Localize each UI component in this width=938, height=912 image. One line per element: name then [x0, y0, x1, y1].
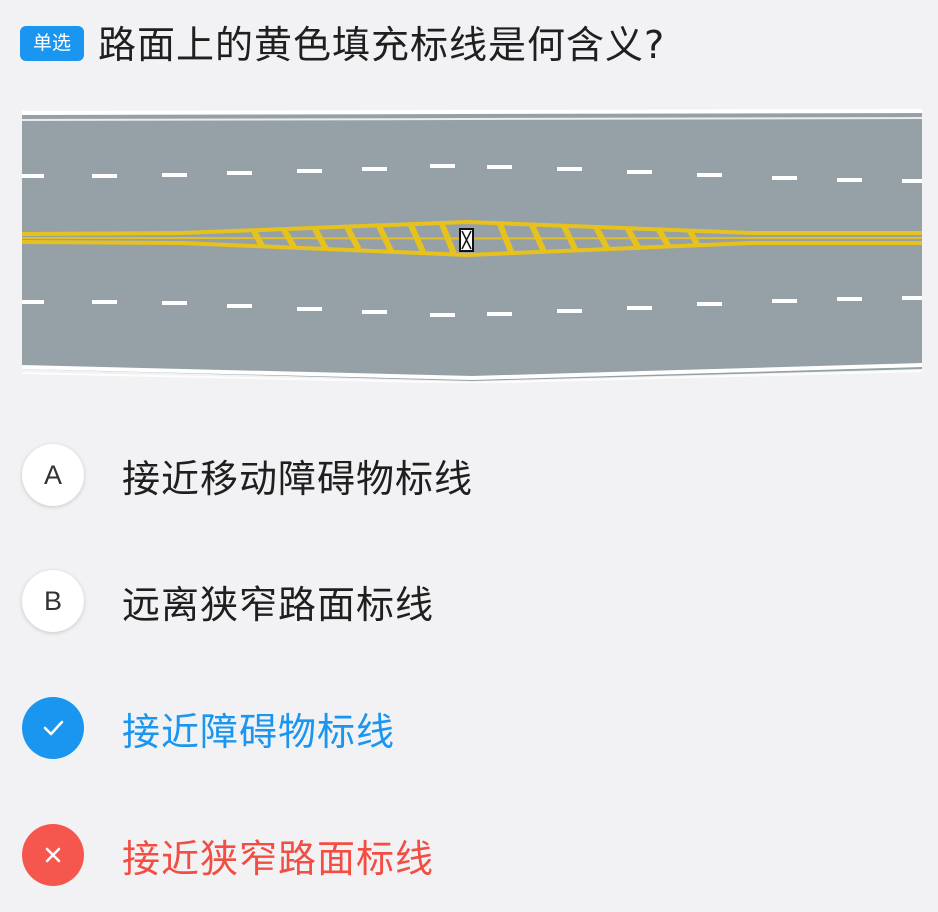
top-edge-line: [22, 109, 922, 115]
question-type-badge: 单选: [20, 26, 85, 61]
obstacle-icon: [459, 228, 474, 252]
option-a[interactable]: A 接近移动障碍物标线: [22, 440, 473, 510]
close-icon: [22, 824, 84, 886]
option-b-text: 远离狭窄路面标线: [122, 582, 435, 627]
option-b-key: B: [22, 570, 84, 632]
option-a-text: 接近移动障碍物标线: [122, 456, 474, 501]
option-d-text: 接近狭窄路面标线: [122, 836, 435, 881]
option-c-text: 接近障碍物标线: [122, 709, 396, 754]
road-illustration: [22, 109, 922, 383]
option-a-key: A: [22, 444, 84, 506]
road-marking-figure: [22, 103, 922, 383]
option-c[interactable]: 接近障碍物标线: [22, 693, 395, 763]
question-header: 单选 路面上的黄色填充标线是何含义?: [20, 14, 665, 69]
question-text: 路面上的黄色填充标线是何含义?: [98, 23, 666, 67]
check-icon: [22, 697, 84, 759]
option-b[interactable]: B 远离狭窄路面标线: [22, 566, 434, 636]
option-d[interactable]: 接近狭窄路面标线: [22, 820, 434, 890]
